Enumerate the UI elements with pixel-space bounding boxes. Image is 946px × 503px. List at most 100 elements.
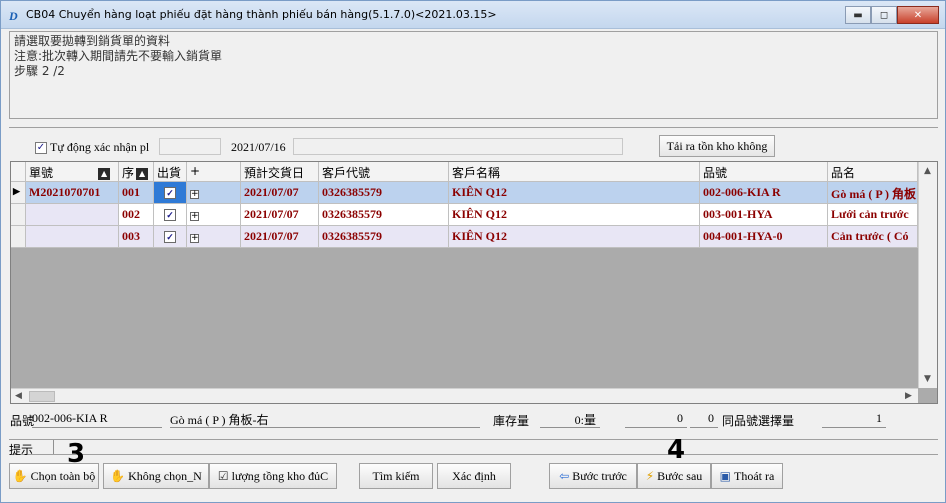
- row-indicator: [11, 226, 26, 248]
- select-all-button[interactable]: ✋ Chọn toàn bộ: [9, 463, 99, 489]
- window-controls: ▬ ◻ ✕: [845, 6, 939, 24]
- cell-seq[interactable]: 003: [119, 226, 154, 248]
- table-row[interactable]: 003 ✓ + 2021/07/07 0326385579 KIÊN Q12 0…: [11, 226, 918, 248]
- search-button[interactable]: Tìm kiếm: [359, 463, 433, 489]
- horizontal-scrollbar[interactable]: ◀ ▶: [11, 388, 918, 403]
- close-button[interactable]: ✕: [897, 6, 939, 24]
- title-bar[interactable]: D CB04 Chuyển hàng loạt phiếu đặt hàng t…: [1, 1, 945, 29]
- header-seq[interactable]: 序 ▲: [119, 162, 154, 182]
- exit-door-icon: ▣: [719, 469, 732, 483]
- minimize-button[interactable]: ▬: [845, 6, 871, 24]
- table-row[interactable]: 002 ✓ + 2021/07/07 0326385579 KIÊN Q12 0…: [11, 204, 918, 226]
- cell-ship[interactable]: ✓: [154, 226, 187, 248]
- confirm-button[interactable]: Xác định: [437, 463, 511, 489]
- stock-total-button[interactable]: ☑ lượng tồng kho đủC: [209, 463, 337, 489]
- cell-delivery-date[interactable]: 2021/07/07: [241, 204, 319, 226]
- info-line-2: 注意:批次轉入期間請先不要輸入銷貨單: [14, 49, 223, 63]
- main-window: D CB04 Chuyển hàng loạt phiếu đặt hàng t…: [0, 0, 946, 503]
- item-no-value: 002-006-KIA R: [32, 411, 162, 428]
- header-item-name[interactable]: 品名: [828, 162, 918, 182]
- header-customer-code[interactable]: 客戶代號: [319, 162, 449, 182]
- header-delivery-date[interactable]: 預計交貨日: [241, 162, 319, 182]
- cell-item-no[interactable]: 003-001-HYA: [700, 204, 828, 226]
- auto-confirm-label: Tự động xác nhận pl: [50, 140, 150, 154]
- zero-value: 0: [690, 411, 718, 428]
- date-field[interactable]: 2021/07/16: [231, 140, 286, 155]
- ship-checkbox[interactable]: ✓: [164, 187, 176, 199]
- cell-order-no[interactable]: [26, 204, 119, 226]
- cell-seq[interactable]: 002: [119, 204, 154, 226]
- header-indicator: [11, 162, 26, 182]
- same-item-value: 1: [822, 411, 886, 428]
- cell-customer-code[interactable]: 0326385579: [319, 182, 449, 204]
- ship-checkbox[interactable]: ✓: [164, 209, 176, 221]
- cell-ship[interactable]: ✓: [154, 204, 187, 226]
- ship-checkbox[interactable]: ✓: [164, 231, 176, 243]
- sort-up-icon: ▲: [136, 167, 149, 180]
- expand-icon[interactable]: +: [190, 190, 199, 199]
- cell-item-no[interactable]: 004-001-HYA-0: [700, 226, 828, 248]
- prev-step-button[interactable]: ⇦ Bước trước: [549, 463, 637, 489]
- table-row[interactable]: ▶ M2021070701 001 ✓ + 2021/07/07 0326385…: [11, 182, 918, 204]
- same-item-label: 同品號選擇量: [722, 414, 795, 428]
- lightning-icon: ⚡: [645, 469, 655, 483]
- row-indicator: [11, 204, 26, 226]
- app-d-icon: D: [9, 9, 18, 23]
- hint-label: 提示: [9, 443, 34, 457]
- deselect-icon: ✋: [110, 469, 126, 483]
- vertical-scrollbar[interactable]: ▲ ▼: [918, 162, 937, 388]
- stock-value: 0:量: [540, 411, 600, 428]
- cell-delivery-date[interactable]: 2021/07/07: [241, 182, 319, 204]
- scroll-down-icon[interactable]: ▼: [924, 374, 931, 384]
- item-no-label: 品號: [10, 414, 35, 428]
- header-ship[interactable]: 出貨: [154, 162, 187, 182]
- header-item-no[interactable]: 品號: [700, 162, 828, 182]
- cell-customer-name[interactable]: KIÊN Q12: [449, 182, 700, 204]
- cell-ship[interactable]: ✓: [154, 182, 187, 204]
- cell-customer-name[interactable]: KIÊN Q12: [449, 226, 700, 248]
- scroll-up-icon[interactable]: ▲: [924, 166, 931, 176]
- cell-customer-code[interactable]: 0326385579: [319, 226, 449, 248]
- cell-expand[interactable]: +: [187, 182, 241, 204]
- maximize-button[interactable]: ◻: [871, 6, 897, 24]
- arrow-left-icon: ⇦: [559, 469, 570, 483]
- hint-bar: 提示: [9, 439, 938, 457]
- cell-expand[interactable]: +: [187, 226, 241, 248]
- cell-item-name[interactable]: Gò má ( P ) 角板: [828, 182, 918, 204]
- filter-toolbar: ✓ Tự động xác nhận pl 2021/07/16 Tải ra …: [9, 127, 938, 161]
- deselect-button[interactable]: ✋ Không chọn_N: [103, 463, 209, 489]
- cell-seq[interactable]: 001: [119, 182, 154, 204]
- header-customer-name[interactable]: 客戶名稱: [449, 162, 700, 182]
- stock-zero-value: 0: [625, 411, 687, 428]
- filter-input[interactable]: [293, 138, 623, 155]
- reload-stock-button[interactable]: Tải ra tồn kho không: [659, 135, 775, 157]
- cell-expand[interactable]: +: [187, 204, 241, 226]
- auto-confirm-checkbox[interactable]: ✓: [35, 141, 47, 154]
- scroll-thumb[interactable]: [29, 391, 55, 402]
- cell-customer-code[interactable]: 0326385579: [319, 204, 449, 226]
- scroll-right-icon[interactable]: ▶: [905, 391, 912, 401]
- cell-item-name[interactable]: Lưới cản trước: [828, 204, 918, 226]
- auto-confirm-option[interactable]: ✓ Tự động xác nhận pl: [35, 140, 149, 155]
- cell-order-no[interactable]: M2021070701: [26, 182, 119, 204]
- cell-order-no[interactable]: [26, 226, 119, 248]
- grid-header: 單號 ▲ 序 ▲ 出貨 + 預計交貨日 客戶代號 客戶名稱 品號 品名: [11, 162, 918, 182]
- action-bar: ✋ Chọn toàn bộ ✋ Không chọn_N ☑ lượng tồng …: [9, 463, 938, 491]
- row-indicator: ▶: [11, 182, 26, 204]
- cell-item-no[interactable]: 002-006-KIA R: [700, 182, 828, 204]
- next-step-button[interactable]: ⚡ Bước sau: [637, 463, 711, 489]
- header-order-no[interactable]: 單號 ▲: [26, 162, 119, 182]
- exit-button[interactable]: ▣ Thoát ra: [711, 463, 783, 489]
- info-line-3: 步驟 2 /2: [14, 64, 65, 78]
- expand-icon[interactable]: +: [190, 234, 199, 243]
- auto-confirm-field[interactable]: [159, 138, 221, 155]
- cell-delivery-date[interactable]: 2021/07/07: [241, 226, 319, 248]
- cell-customer-name[interactable]: KIÊN Q12: [449, 204, 700, 226]
- step-marker-4: 4: [667, 435, 686, 465]
- header-expand[interactable]: +: [187, 162, 241, 182]
- window-title: CB04 Chuyển hàng loạt phiếu đặt hàng thà…: [26, 8, 497, 21]
- item-name-value: Gò má ( P ) 角板-右: [170, 411, 480, 428]
- scroll-left-icon[interactable]: ◀: [15, 391, 22, 401]
- cell-item-name[interactable]: Cản trước ( Có: [828, 226, 918, 248]
- expand-icon[interactable]: +: [190, 212, 199, 221]
